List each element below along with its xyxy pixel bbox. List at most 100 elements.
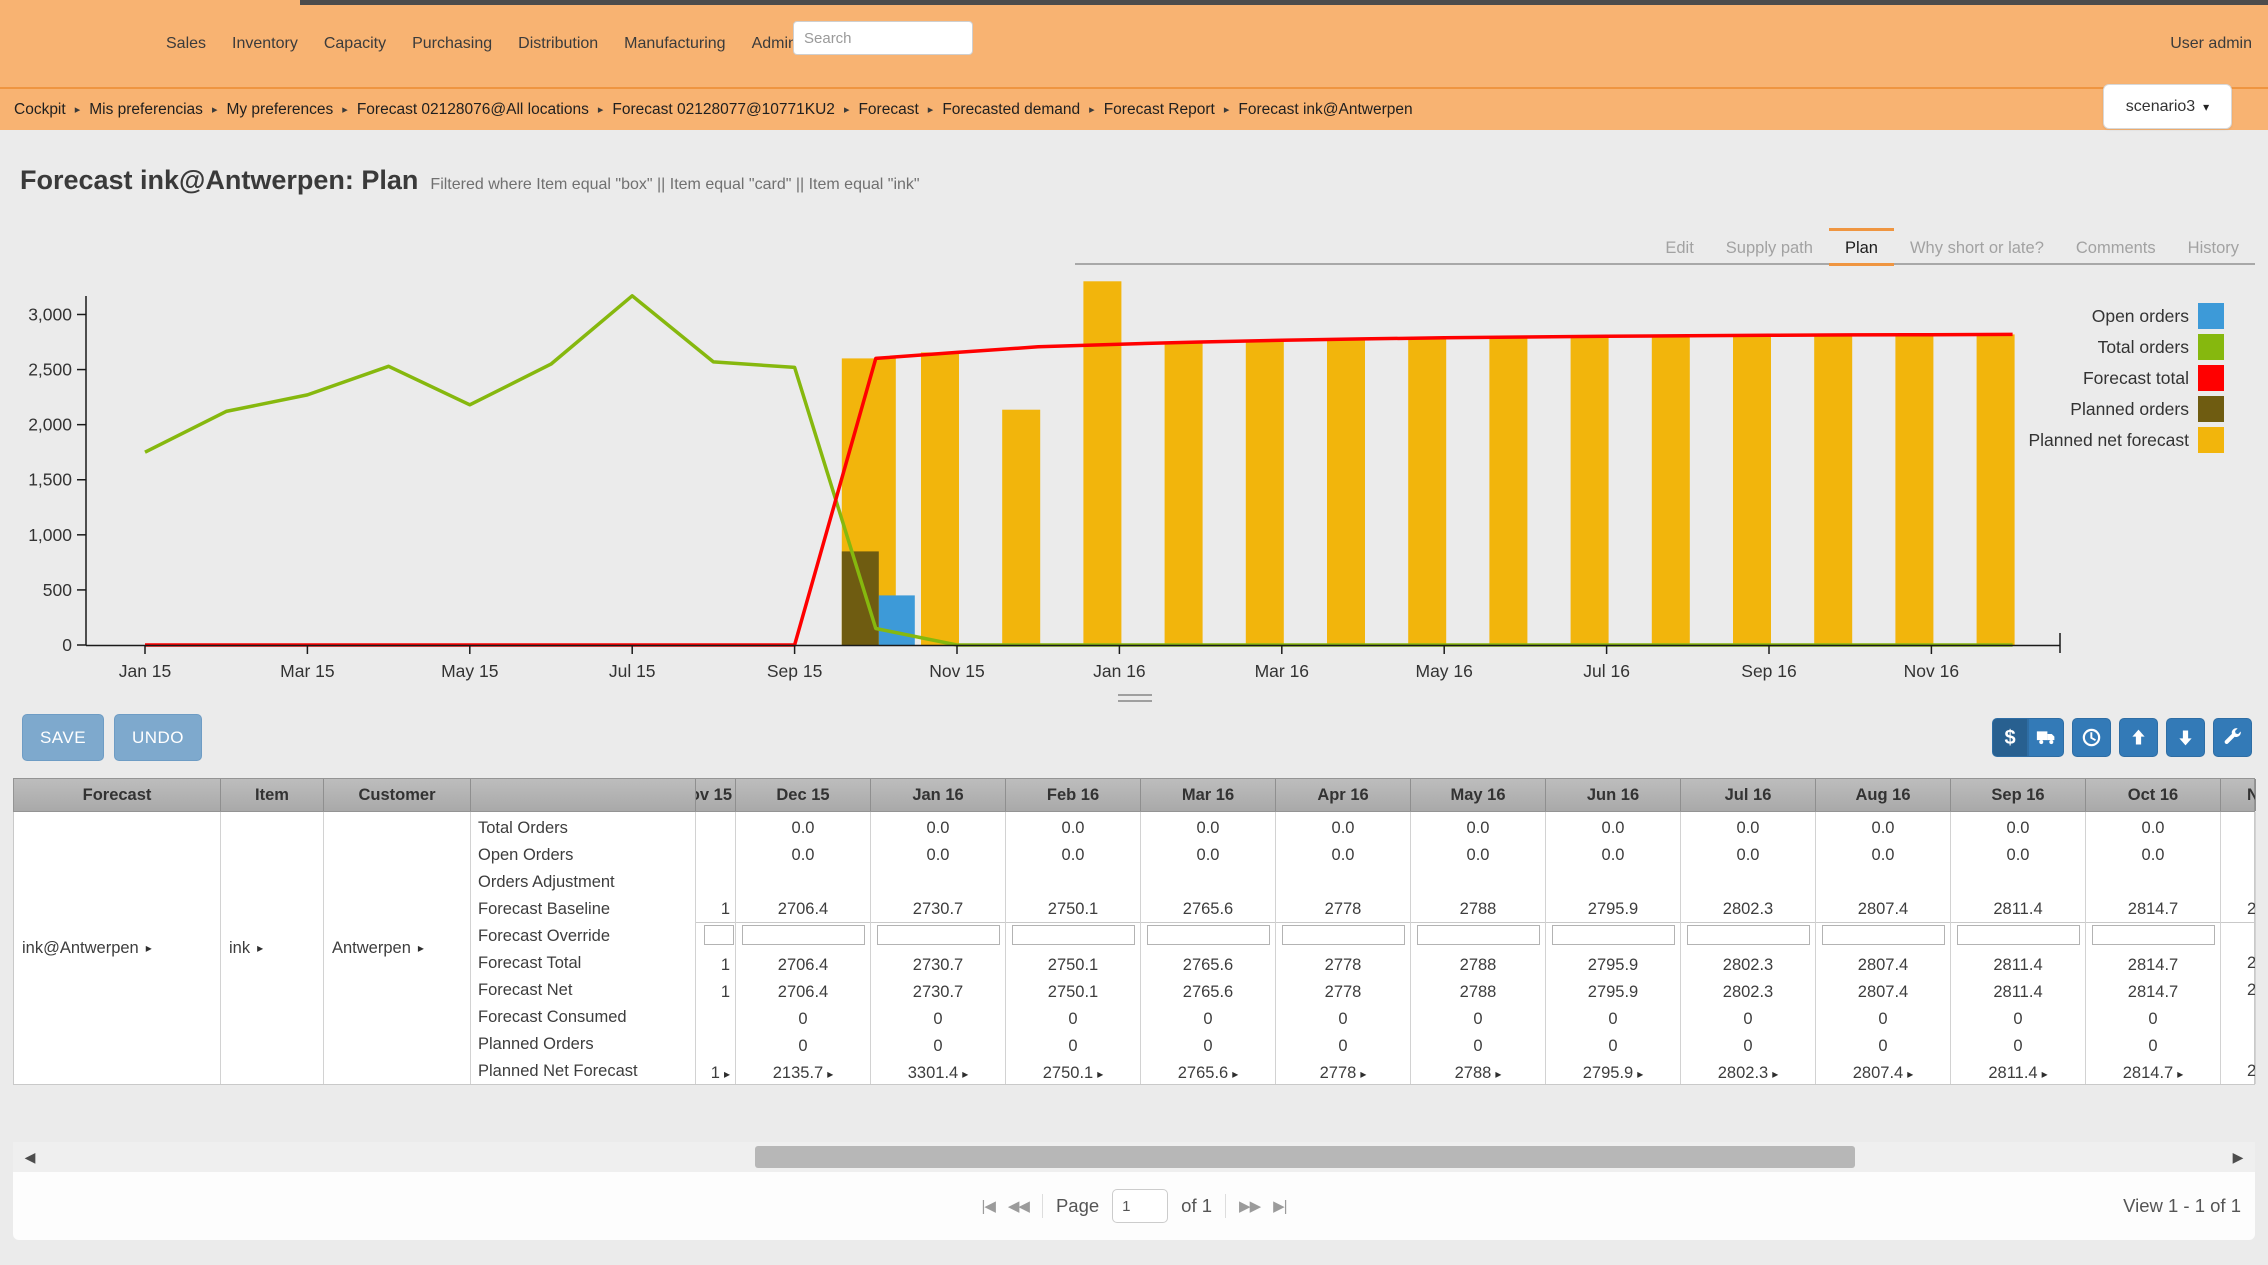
col-header-item[interactable]: Item: [221, 779, 324, 811]
breadcrumb: Cockpit▸Mis preferencias▸My preferences▸…: [14, 89, 1413, 130]
measure-label-planned-net-forecast: Planned Net Forecast: [471, 1058, 695, 1084]
breadcrumb-item-forecast-02128077-10771ku2[interactable]: Forecast 02128077@10771KU2: [612, 101, 835, 119]
breadcrumb-item-forecast[interactable]: Forecast: [858, 101, 918, 119]
cell-forecast_baseline-jul-16: 2802.3: [1681, 896, 1815, 923]
col-header-jan-16[interactable]: Jan 16: [871, 779, 1006, 811]
dollar-icon: $: [2004, 728, 2015, 748]
forecast-override-input-jun-16[interactable]: [1552, 925, 1675, 945]
tab-history[interactable]: History: [2172, 228, 2255, 263]
first-page-button[interactable]: |◀: [981, 1197, 994, 1215]
last-page-button[interactable]: ▶|: [1273, 1197, 1286, 1215]
drilldown-caret-icon[interactable]: ▸: [1360, 1067, 1366, 1081]
breadcrumb-item-forecast-ink-antwerpen[interactable]: Forecast ink@Antwerpen: [1238, 101, 1412, 119]
expand-caret-icon[interactable]: ▸: [146, 941, 152, 955]
cell-forecast_net-dec-15: 2706.4: [736, 979, 870, 1006]
col-header-mar-16[interactable]: Mar 16: [1141, 779, 1276, 811]
col-header-forecast[interactable]: Forecast: [14, 779, 221, 811]
col-header-measures[interactable]: [471, 779, 696, 811]
cell-orders_adjustment-sep-16: [1951, 869, 2085, 896]
user-menu[interactable]: User admin: [2170, 0, 2252, 88]
breadcrumb-item-my-preferences[interactable]: My preferences: [226, 101, 333, 119]
scrollbar-thumb[interactable]: [755, 1146, 1855, 1168]
drilldown-caret-icon[interactable]: ▸: [1907, 1067, 1913, 1081]
prev-page-button[interactable]: ◀◀: [1008, 1197, 1029, 1215]
tab-supply-path[interactable]: Supply path: [1710, 228, 1829, 263]
download-button[interactable]: [2166, 718, 2205, 757]
forecast-override-input-oct-16[interactable]: [2092, 925, 2215, 945]
undo-button[interactable]: UNDO: [114, 714, 202, 761]
nav-item-admin[interactable]: Admin: [752, 35, 797, 53]
history-button[interactable]: [2072, 718, 2111, 757]
nav-item-sales[interactable]: Sales: [166, 35, 206, 53]
nav-item-inventory[interactable]: Inventory: [232, 35, 298, 53]
col-header-feb-16[interactable]: Feb 16: [1006, 779, 1141, 811]
col-header-sep-16[interactable]: Sep 16: [1951, 779, 2086, 811]
col-header-apr-16[interactable]: Apr 16: [1276, 779, 1411, 811]
search-input[interactable]: [793, 21, 973, 55]
page-number-input[interactable]: [1112, 1189, 1168, 1223]
forecast-override-input-sep-16[interactable]: [1957, 925, 2080, 945]
scroll-right-button[interactable]: ▶: [2223, 1142, 2253, 1172]
upload-button[interactable]: [2119, 718, 2158, 757]
pager-separator: [1042, 1194, 1043, 1218]
nav-item-distribution[interactable]: Distribution: [518, 35, 598, 53]
scroll-left-button[interactable]: ◀: [15, 1142, 45, 1172]
tab-plan[interactable]: Plan: [1829, 228, 1894, 263]
col-header-nov-15-clipped[interactable]: Nov 15: [696, 779, 736, 811]
save-button[interactable]: SAVE: [22, 714, 104, 761]
breadcrumb-item-forecast-02128076-all-locations[interactable]: Forecast 02128076@All locations: [357, 101, 589, 119]
settings-button[interactable]: [2213, 718, 2252, 757]
next-page-button[interactable]: ▶▶: [1239, 1197, 1260, 1215]
view-range-info: View 1 - 1 of 1: [2123, 1172, 2241, 1240]
drilldown-caret-icon[interactable]: ▸: [1772, 1067, 1778, 1081]
resize-handle[interactable]: [1118, 694, 1152, 702]
col-header-jul-16[interactable]: Jul 16: [1681, 779, 1816, 811]
forecast-override-input-aug-16[interactable]: [1822, 925, 1945, 945]
tab-edit[interactable]: Edit: [1649, 228, 1709, 263]
forecast-override-input-nov-15[interactable]: [704, 925, 734, 945]
drilldown-caret-icon[interactable]: ▸: [1232, 1067, 1238, 1081]
legend-item-planned-orders: Planned orders: [2070, 396, 2224, 422]
col-header-oct-16[interactable]: Oct 16: [2086, 779, 2221, 811]
drilldown-caret-icon[interactable]: ▸: [827, 1067, 833, 1081]
bar-planned-net-forecast-jan-16: [1083, 281, 1121, 645]
col-header-customer[interactable]: Customer: [324, 779, 471, 811]
drilldown-caret-icon[interactable]: ▸: [1097, 1067, 1103, 1081]
drilldown-caret-icon[interactable]: ▸: [2177, 1067, 2183, 1081]
expand-caret-icon[interactable]: ▸: [418, 941, 424, 955]
forecast-override-input-mar-16[interactable]: [1147, 925, 1270, 945]
nav-item-capacity[interactable]: Capacity: [324, 35, 386, 53]
cell-orders_adjustment-jan-16: [871, 869, 1005, 896]
drilldown-caret-icon[interactable]: ▸: [962, 1067, 968, 1081]
forecast-override-input-jul-16[interactable]: [1687, 925, 1810, 945]
col-header-may-16[interactable]: May 16: [1411, 779, 1546, 811]
nav-item-purchasing[interactable]: Purchasing: [412, 35, 492, 53]
units-toggle-button[interactable]: [2028, 718, 2064, 757]
col-nov-15-clipped: 1111▸: [696, 812, 736, 1084]
breadcrumb-item-cockpit[interactable]: Cockpit: [14, 101, 66, 119]
drilldown-caret-icon[interactable]: ▸: [724, 1067, 730, 1081]
tab-comments[interactable]: Comments: [2060, 228, 2172, 263]
expand-caret-icon[interactable]: ▸: [257, 941, 263, 955]
forecast-override-input-may-16[interactable]: [1417, 925, 1540, 945]
col-header-jun-16[interactable]: Jun 16: [1546, 779, 1681, 811]
col-header-aug-16[interactable]: Aug 16: [1816, 779, 1951, 811]
currency-toggle-button[interactable]: $: [1992, 718, 2028, 757]
breadcrumb-item-forecast-report[interactable]: Forecast Report: [1104, 101, 1215, 119]
cell-forecast_override-apr-16: [1276, 925, 1410, 952]
nav-item-manufacturing[interactable]: Manufacturing: [624, 35, 725, 53]
drilldown-caret-icon[interactable]: ▸: [1637, 1067, 1643, 1081]
cell-forecast-label: ink@Antwerpen: [22, 939, 139, 958]
breadcrumb-item-forecasted-demand[interactable]: Forecasted demand: [942, 101, 1080, 119]
col-header-dec-15[interactable]: Dec 15: [736, 779, 871, 811]
drilldown-caret-icon[interactable]: ▸: [1495, 1067, 1501, 1081]
drilldown-caret-icon[interactable]: ▸: [2042, 1067, 2048, 1081]
tab-why-short-or-late[interactable]: Why short or late?: [1894, 228, 2060, 263]
forecast-override-input-feb-16[interactable]: [1012, 925, 1135, 945]
breadcrumb-item-mis-preferencias[interactable]: Mis preferencias: [89, 101, 203, 119]
forecast-override-input-dec-15[interactable]: [742, 925, 865, 945]
forecast-override-input-jan-16[interactable]: [877, 925, 1000, 945]
scenario-dropdown[interactable]: scenario3 ▾: [2103, 84, 2232, 129]
forecast-override-input-apr-16[interactable]: [1282, 925, 1405, 945]
col-header-nov-16-clipped[interactable]: Nov 16: [2221, 779, 2256, 811]
